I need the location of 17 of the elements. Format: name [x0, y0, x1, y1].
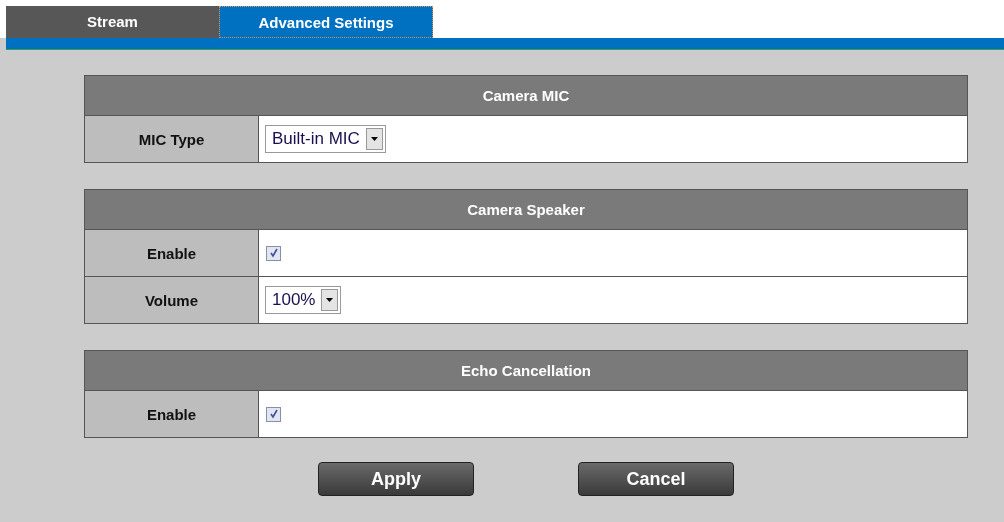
tab[interactable]: Advanced Settings [219, 6, 433, 38]
checkbox[interactable] [266, 406, 281, 422]
field-label: MIC Type [85, 116, 258, 162]
section-header: Echo Cancellation [85, 351, 967, 390]
dropdown[interactable]: 100% [265, 286, 342, 314]
checkbox[interactable] [266, 245, 281, 261]
field-label: Volume [85, 277, 258, 323]
section-header: Camera Speaker [85, 190, 967, 229]
dropdown[interactable]: Built-in MIC [265, 125, 386, 153]
caret-icon [321, 289, 339, 311]
field-label: Enable [85, 391, 258, 437]
button[interactable]: Apply [318, 462, 474, 496]
section-header: Camera MIC [85, 76, 967, 115]
caret-icon [365, 128, 383, 150]
field-label: Enable [85, 230, 258, 276]
tab[interactable]: Stream [6, 6, 219, 38]
button[interactable]: Cancel [578, 462, 734, 496]
